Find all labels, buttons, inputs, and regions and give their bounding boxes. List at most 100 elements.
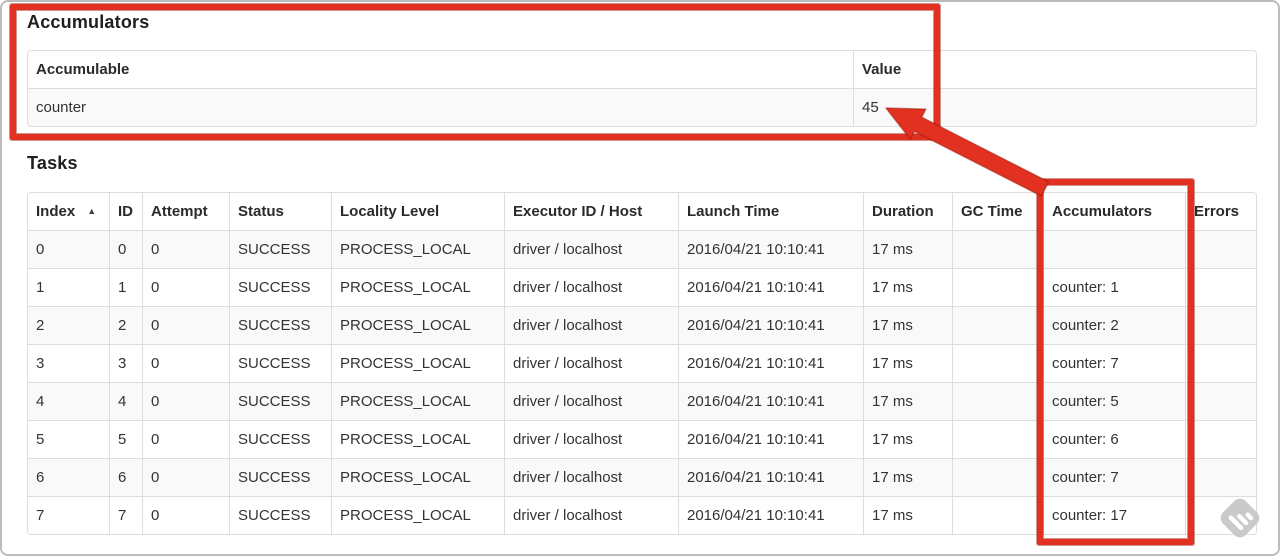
column-header-duration[interactable]: Duration [864, 193, 953, 231]
cell-gc-time [953, 383, 1044, 421]
cell-errors [1186, 459, 1256, 497]
cell-errors [1186, 345, 1256, 383]
column-header-index[interactable]: Index ▲ [28, 193, 110, 231]
table-row: 0 0 0 SUCCESS PROCESS_LOCAL driver / localhos… [28, 231, 1256, 269]
cell-index: 5 [28, 421, 110, 459]
table-header-row: Accumulable Value [28, 51, 1256, 89]
table-row: 3 3 0 SUCCESS PROCESS_LOCAL driver / localhos… [28, 345, 1256, 383]
cell-duration: 17 ms [864, 269, 953, 307]
column-header-id[interactable]: ID [110, 193, 143, 231]
cell-locality-level: PROCESS_LOCAL [332, 231, 505, 269]
column-header-status[interactable]: Status [230, 193, 332, 231]
table-row: 7 7 0 SUCCESS PROCESS_LOCAL driver / localhos… [28, 497, 1256, 534]
sort-ascending-icon: ▲ [87, 206, 97, 216]
table-row: 6 6 0 SUCCESS PROCESS_LOCAL driver / localhos… [28, 459, 1256, 497]
cell-locality-level: PROCESS_LOCAL [332, 421, 505, 459]
cell-id: 4 [110, 383, 143, 421]
cell-launch-time: 2016/04/21 10:10:41 [679, 421, 864, 459]
cell-locality-level: PROCESS_LOCAL [332, 383, 505, 421]
column-header-index-label: Index [36, 203, 76, 220]
cell-accumulators: counter: 7 [1044, 459, 1186, 497]
cell-executor-id-host: driver / localhost [505, 269, 679, 307]
cell-accumulators: counter: 2 [1044, 307, 1186, 345]
cell-duration: 17 ms [864, 497, 953, 534]
cell-accumulators: counter: 5 [1044, 383, 1186, 421]
cell-gc-time [953, 459, 1044, 497]
cell-id: 1 [110, 269, 143, 307]
cell-status: SUCCESS [230, 269, 332, 307]
tasks-table: Index ▲ ID Attempt Status Locality Level … [27, 192, 1257, 535]
cell-attempt: 0 [143, 345, 230, 383]
cell-accumulators: counter: 17 [1044, 497, 1186, 534]
spark-ui-stage-page: Accumulators Accumulable Value counter 45… [0, 0, 1280, 556]
table-row: 4 4 0 SUCCESS PROCESS_LOCAL driver / localhos… [28, 383, 1256, 421]
cell-errors [1186, 497, 1256, 534]
cell-launch-time: 2016/04/21 10:10:41 [679, 345, 864, 383]
cell-launch-time: 2016/04/21 10:10:41 [679, 383, 864, 421]
cell-executor-id-host: driver / localhost [505, 459, 679, 497]
cell-locality-level: PROCESS_LOCAL [332, 459, 505, 497]
cell-locality-level: PROCESS_LOCAL [332, 307, 505, 345]
cell-status: SUCCESS [230, 307, 332, 345]
cell-errors [1186, 421, 1256, 459]
cell-id: 5 [110, 421, 143, 459]
column-header-value[interactable]: Value [854, 51, 1256, 89]
cell-errors [1186, 307, 1256, 345]
table-row: 1 1 0 SUCCESS PROCESS_LOCAL driver / localhos… [28, 269, 1256, 307]
cell-locality-level: PROCESS_LOCAL [332, 497, 505, 534]
cell-accumulators: counter: 1 [1044, 269, 1186, 307]
cell-index: 6 [28, 459, 110, 497]
table-row: counter 45 [28, 89, 1256, 126]
cell-duration: 17 ms [864, 421, 953, 459]
cell-duration: 17 ms [864, 459, 953, 497]
cell-gc-time [953, 497, 1044, 534]
cell-errors [1186, 383, 1256, 421]
cell-executor-id-host: driver / localhost [505, 383, 679, 421]
column-header-executor-id-host[interactable]: Executor ID / Host [505, 193, 679, 231]
column-header-launch-time[interactable]: Launch Time [679, 193, 864, 231]
cell-duration: 17 ms [864, 231, 953, 269]
column-header-errors[interactable]: Errors [1186, 193, 1256, 231]
cell-status: SUCCESS [230, 383, 332, 421]
cell-duration: 17 ms [864, 383, 953, 421]
cell-id: 3 [110, 345, 143, 383]
cell-id: 6 [110, 459, 143, 497]
cell-index: 3 [28, 345, 110, 383]
cell-executor-id-host: driver / localhost [505, 497, 679, 534]
column-header-accumulable[interactable]: Accumulable [28, 51, 854, 89]
cell-attempt: 0 [143, 459, 230, 497]
cell-gc-time [953, 269, 1044, 307]
cell-launch-time: 2016/04/21 10:10:41 [679, 269, 864, 307]
cell-launch-time: 2016/04/21 10:10:41 [679, 307, 864, 345]
cell-accumulators [1044, 231, 1186, 269]
cell-executor-id-host: driver / localhost [505, 231, 679, 269]
cell-launch-time: 2016/04/21 10:10:41 [679, 231, 864, 269]
cell-status: SUCCESS [230, 231, 332, 269]
cell-attempt: 0 [143, 307, 230, 345]
accumulators-table: Accumulable Value counter 45 [27, 50, 1257, 127]
cell-accumulators: counter: 7 [1044, 345, 1186, 383]
column-header-locality-level[interactable]: Locality Level [332, 193, 505, 231]
cell-launch-time: 2016/04/21 10:10:41 [679, 459, 864, 497]
cell-duration: 17 ms [864, 345, 953, 383]
cell-index: 2 [28, 307, 110, 345]
column-header-accumulators[interactable]: Accumulators [1044, 193, 1186, 231]
tasks-tbody: 0 0 0 SUCCESS PROCESS_LOCAL driver / localhos… [28, 231, 1256, 534]
cell-status: SUCCESS [230, 497, 332, 534]
column-header-gc-time[interactable]: GC Time [953, 193, 1044, 231]
cell-attempt: 0 [143, 421, 230, 459]
column-header-attempt[interactable]: Attempt [143, 193, 230, 231]
accumulators-tbody: counter 45 [28, 89, 1256, 126]
cell-gc-time [953, 421, 1044, 459]
cell-attempt: 0 [143, 497, 230, 534]
cell-gc-time [953, 307, 1044, 345]
cell-attempt: 0 [143, 269, 230, 307]
cell-index: 1 [28, 269, 110, 307]
cell-executor-id-host: driver / localhost [505, 421, 679, 459]
cell-gc-time [953, 231, 1044, 269]
cell-index: 7 [28, 497, 110, 534]
cell-id: 0 [110, 231, 143, 269]
cell-attempt: 0 [143, 231, 230, 269]
cell-accumulable: counter [28, 89, 854, 126]
tasks-section-title: Tasks [27, 153, 78, 173]
